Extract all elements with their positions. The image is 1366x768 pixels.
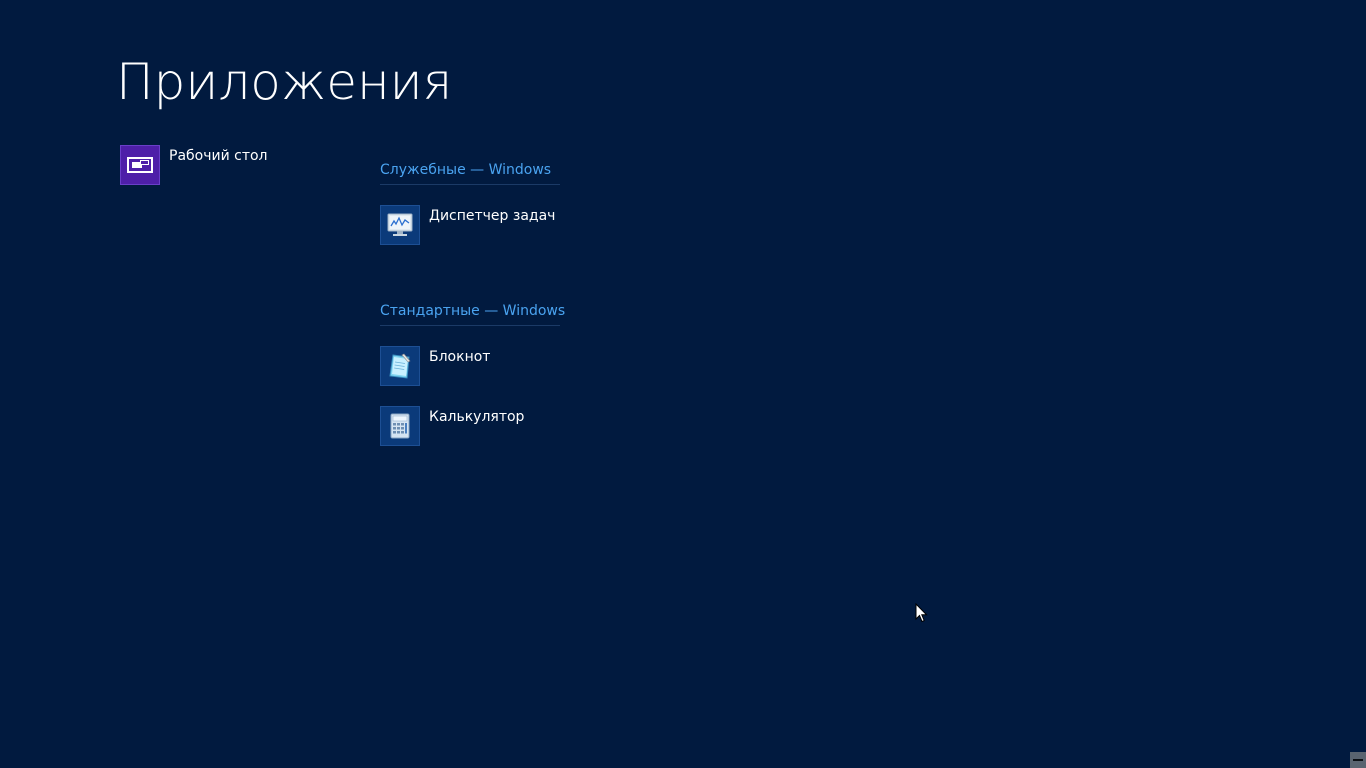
group-header-accessories-standard[interactable]: Стандартные — Windows	[380, 297, 565, 326]
mouse-cursor-icon	[915, 602, 929, 623]
app-tile-calculator[interactable]: Калькулятор	[380, 406, 600, 446]
app-label-notepad: Блокнот	[429, 349, 491, 365]
app-tile-notepad[interactable]: Блокнот	[380, 346, 600, 386]
apps-screen: Приложения Рабочий стол Служебные — Wind…	[0, 0, 1366, 768]
zoom-out-icon	[1353, 759, 1363, 761]
app-label-task-manager: Диспетчер задач	[429, 208, 556, 224]
app-label-desktop: Рабочий стол	[169, 148, 268, 164]
calculator-icon	[380, 406, 420, 446]
desktop-icon	[120, 145, 160, 185]
zoom-out-button[interactable]	[1350, 752, 1366, 768]
apps-column-1: Рабочий стол	[120, 145, 340, 205]
group-header-accessories-system[interactable]: Служебные — Windows	[380, 156, 560, 185]
notepad-icon	[380, 346, 420, 386]
app-label-calculator: Калькулятор	[429, 409, 525, 425]
task-manager-icon	[380, 205, 420, 245]
page-title: Приложения	[116, 53, 453, 111]
app-tile-task-manager[interactable]: Диспетчер задач	[380, 205, 600, 245]
app-tile-desktop[interactable]: Рабочий стол	[120, 145, 340, 185]
apps-column-2: Служебные — Windows Диспетчер задач Стан…	[380, 156, 600, 466]
